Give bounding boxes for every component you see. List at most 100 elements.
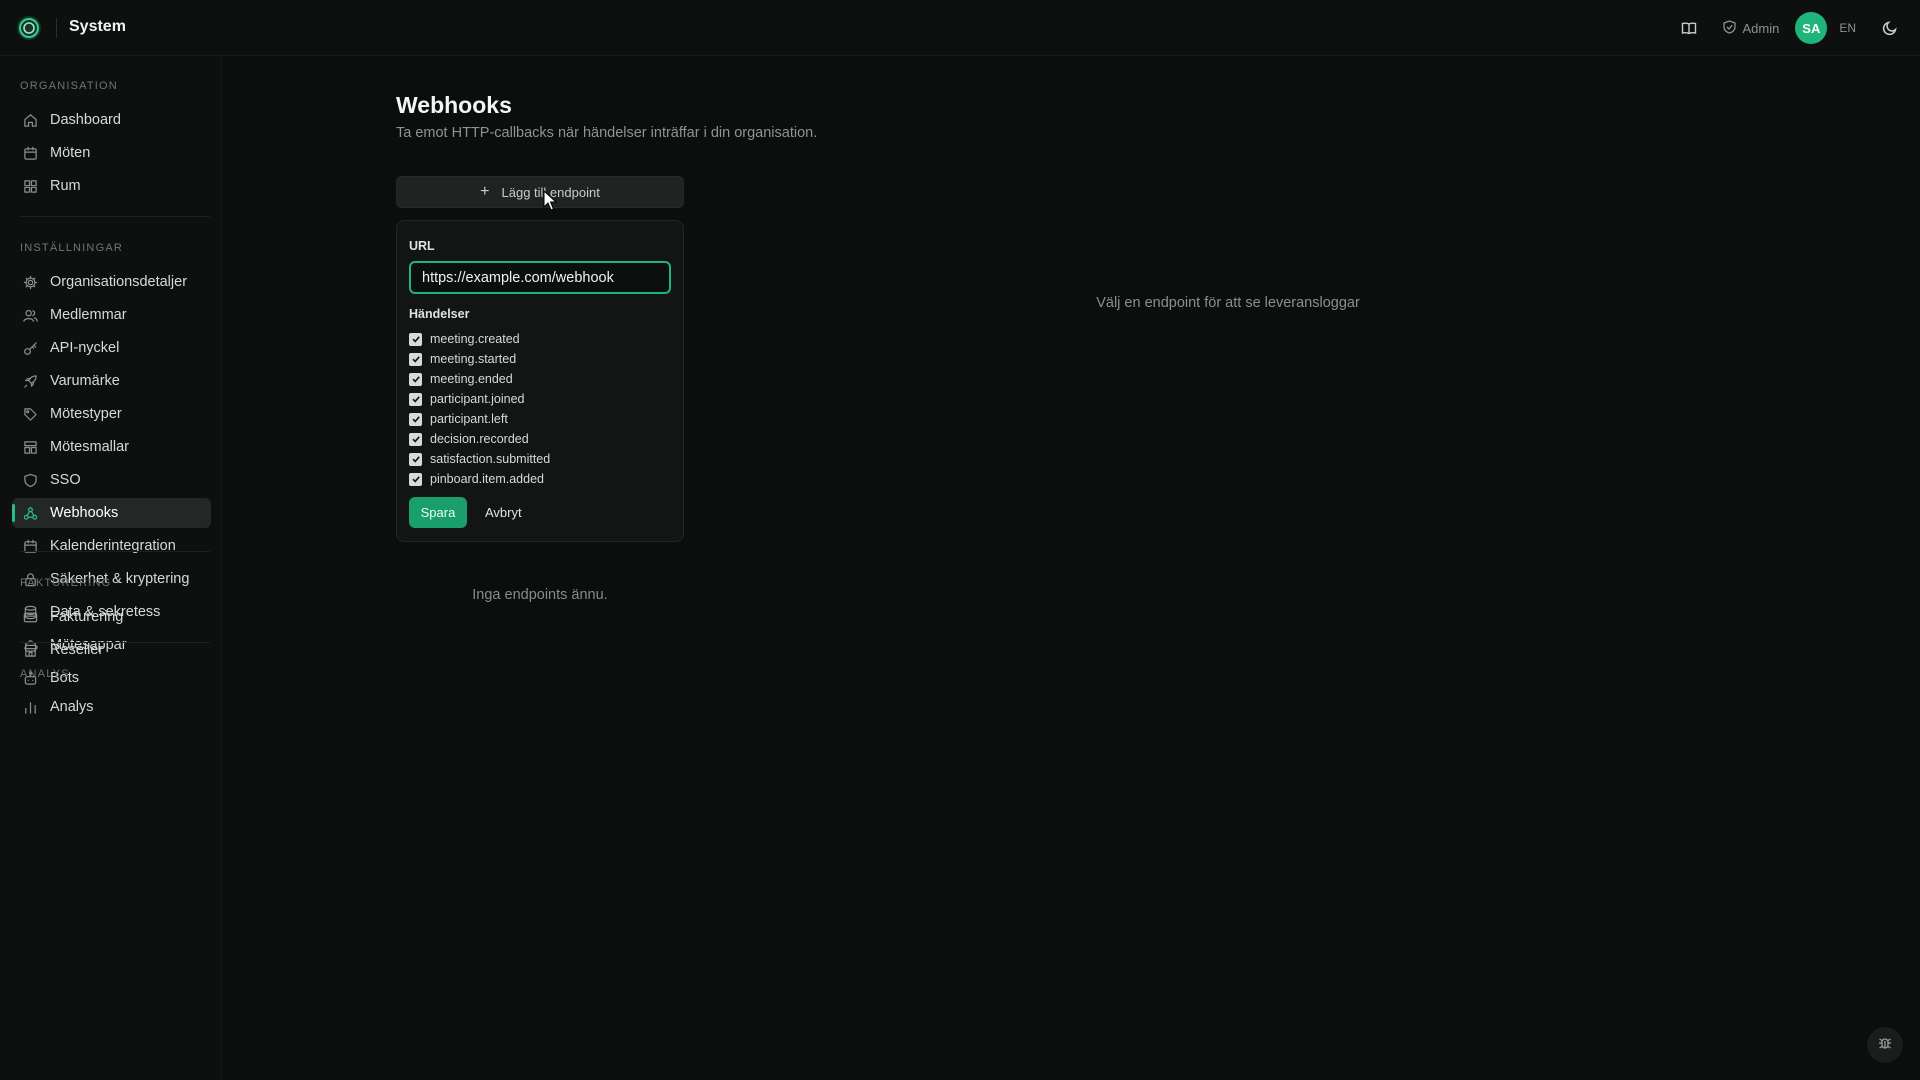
sidebar-item-motestyper[interactable]: Mötestyper	[12, 399, 211, 429]
language-switch[interactable]: EN	[1839, 21, 1856, 35]
event-option-meeting-created[interactable]: meeting.created	[409, 329, 550, 349]
event-name: participant.left	[430, 412, 508, 426]
url-input[interactable]	[409, 261, 671, 294]
sidebar-item-label: Möten	[50, 145, 91, 161]
sidebar-item-analys[interactable]: Analys	[12, 692, 211, 722]
shield-icon	[23, 473, 38, 488]
sidebar-item-label: Mötesmallar	[50, 439, 129, 455]
users-icon	[23, 308, 38, 323]
sidebar-item-label: Webhooks	[50, 505, 119, 521]
sidebar-item-reseller[interactable]: Reseller	[12, 635, 211, 665]
shield-icon	[1723, 19, 1737, 37]
url-label: URL	[409, 239, 435, 253]
events-list: meeting.created meeting.started meeting.en…	[409, 329, 550, 489]
checkbox[interactable]	[409, 352, 422, 366]
save-button[interactable]: Spara	[409, 497, 467, 528]
sidebar-divider	[20, 551, 210, 552]
sidebar-section-label: ORGANISATION	[20, 80, 118, 92]
store-icon	[23, 643, 38, 658]
top-bar: System Admin SA EN	[0, 0, 1920, 56]
event-option-participant-joined[interactable]: participant.joined	[409, 389, 550, 409]
checkbox[interactable]	[409, 432, 422, 446]
sidebar-item-medlemmar[interactable]: Medlemmar	[12, 300, 211, 330]
sidebar-item-label: Medlemmar	[50, 307, 127, 323]
sidebar-section-label: FAKTURERING	[20, 577, 112, 589]
app-title: System	[69, 18, 126, 35]
sidebar-item-varumarke[interactable]: Varumärke	[12, 366, 211, 396]
sidebar-item-label: Reseller	[50, 642, 104, 658]
event-option-participant-left[interactable]: participant.left	[409, 409, 550, 429]
cancel-button[interactable]: Avbryt	[479, 497, 528, 528]
event-name: meeting.started	[430, 352, 517, 366]
sidebar-item-kalenderintegration[interactable]: Kalenderintegration	[12, 531, 211, 561]
sidebar-divider	[20, 216, 210, 217]
sidebar-section-label: INSTÄLLNINGAR	[20, 242, 124, 254]
sidebar-divider	[20, 642, 210, 643]
template-icon	[23, 440, 38, 455]
webhook-icon	[23, 506, 38, 521]
sidebar-item-moten[interactable]: Möten	[12, 138, 211, 168]
sidebar: ORGANISATION Dashboard Möten Rum INSTÄLLNING…	[0, 56, 222, 1080]
event-name: participant.joined	[430, 392, 525, 406]
sidebar-item-label: Organisationsdetaljer	[50, 274, 188, 290]
delivery-log-placeholder: Välj en endpoint för att se leveranslogg…	[1096, 295, 1360, 311]
sidebar-item-label: Varumärke	[50, 373, 120, 389]
event-name: decision.recorded	[430, 432, 529, 446]
sidebar-item-label: API-nyckel	[50, 340, 120, 356]
sidebar-item-label: Analys	[50, 699, 94, 715]
checkbox[interactable]	[409, 392, 422, 406]
admin-badge[interactable]: Admin	[1723, 19, 1780, 37]
moon-icon[interactable]	[1880, 18, 1900, 38]
checkbox[interactable]	[409, 412, 422, 426]
page-subtitle: Ta emot HTTP-callbacks när händelser int…	[396, 125, 818, 141]
header-actions: Admin SA EN	[1679, 0, 1900, 56]
event-option-satisfaction-submitted[interactable]: satisfaction.submitted	[409, 449, 550, 469]
events-label: Händelser	[409, 307, 470, 321]
sidebar-item-sso[interactable]: SSO	[12, 465, 211, 495]
event-name: meeting.created	[430, 332, 520, 346]
sidebar-item-api-nyckel[interactable]: API-nyckel	[12, 333, 211, 363]
sidebar-item-webhooks[interactable]: Webhooks	[12, 498, 211, 528]
bug-report-button[interactable]	[1867, 1027, 1903, 1063]
event-name: satisfaction.submitted	[430, 452, 551, 466]
sidebar-item-organisationsdetaljer[interactable]: Organisationsdetaljer	[12, 267, 211, 297]
checkbox[interactable]	[409, 452, 422, 466]
calendar-icon	[23, 146, 38, 161]
bug-icon	[1877, 1035, 1893, 1056]
app-logo-icon[interactable]	[16, 15, 42, 41]
sidebar-item-label: Mötestyper	[50, 406, 122, 422]
mouse-cursor-icon	[543, 189, 558, 217]
card-icon	[23, 610, 38, 625]
sidebar-item-fakturering[interactable]: Fakturering	[12, 602, 211, 632]
plus-icon: +	[480, 183, 490, 200]
home-icon	[23, 113, 38, 128]
sidebar-item-label: Fakturering	[50, 609, 124, 625]
grid-icon	[23, 179, 38, 194]
endpoint-form: URL Händelser meeting.created meeting.sta…	[396, 220, 684, 542]
logo-divider	[56, 18, 57, 38]
avatar[interactable]: SA	[1795, 12, 1828, 44]
event-option-pinboard-item-added[interactable]: pinboard.item.added	[409, 469, 550, 489]
event-option-meeting-ended[interactable]: meeting.ended	[409, 369, 550, 389]
page-title: Webhooks	[396, 92, 512, 118]
add-endpoint-button[interactable]: + Lägg till endpoint	[396, 176, 684, 208]
sidebar-item-label: Rum	[50, 178, 81, 194]
sidebar-item-rum[interactable]: Rum	[12, 171, 211, 201]
checkbox[interactable]	[409, 472, 422, 486]
event-option-decision-recorded[interactable]: decision.recorded	[409, 429, 550, 449]
checkbox[interactable]	[409, 372, 422, 386]
admin-label: Admin	[1742, 20, 1780, 36]
book-icon[interactable]	[1679, 18, 1699, 38]
sidebar-section-label: ANALYS	[20, 668, 70, 680]
rocket-icon	[23, 374, 38, 389]
checkbox[interactable]	[409, 332, 422, 346]
event-option-meeting-started[interactable]: meeting.started	[409, 349, 550, 369]
empty-endpoints-message: Inga endpoints ännu.	[472, 587, 608, 603]
sidebar-item-label: Dashboard	[50, 112, 121, 128]
sidebar-item-dashboard[interactable]: Dashboard	[12, 105, 211, 135]
tag-icon	[23, 407, 38, 422]
sidebar-item-motesmallar[interactable]: Mötesmallar	[12, 432, 211, 462]
sidebar-item-label: SSO	[50, 472, 81, 488]
event-name: meeting.ended	[430, 372, 513, 386]
gear-icon	[23, 275, 38, 290]
